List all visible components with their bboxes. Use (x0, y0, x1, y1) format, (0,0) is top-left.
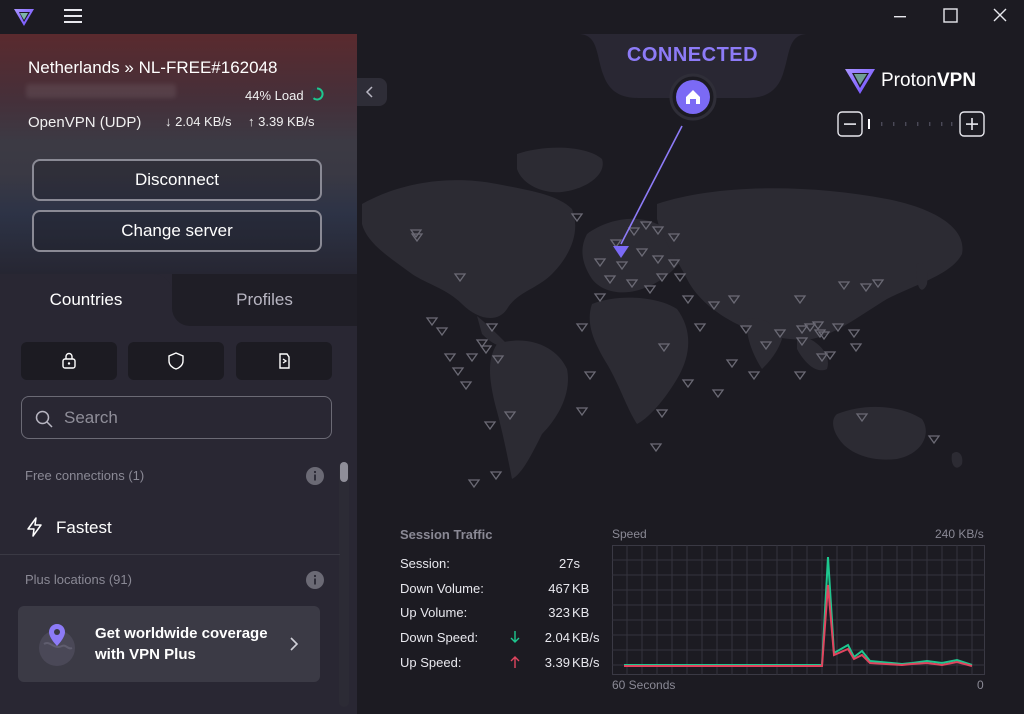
filter-netshield-button[interactable] (128, 342, 224, 380)
download-speed-line (624, 556, 973, 666)
search-input[interactable] (64, 405, 314, 431)
traffic-value: 323 (548, 605, 570, 620)
traffic-label: Session: (400, 556, 450, 571)
traffic-unit: KB/s (572, 630, 600, 645)
upsell-line-1: Get worldwide coverage (95, 625, 268, 642)
protonvpn-logo-icon (845, 69, 875, 94)
arrow-down-icon: ↓ (165, 114, 176, 129)
speed-graph-x-end: 0 (977, 678, 984, 692)
search-icon (35, 410, 53, 428)
upsell-line-2: with VPN Plus (95, 646, 196, 663)
connection-status: CONNECTED (626, 44, 759, 66)
brand-name: ProtonVPN (881, 70, 976, 92)
upsell-text: Get worldwide coverage with VPN Plus (95, 623, 275, 665)
traffic-row-up-speed: Up Speed: 3.39 KB/s (400, 655, 610, 673)
arrow-up-icon: ↑ (248, 114, 259, 129)
lightning-icon (27, 517, 42, 537)
free-connections-header: Free connections (1) (25, 468, 145, 483)
traffic-value: 2.04 (544, 630, 570, 645)
upload-rate: ↑ 3.39 KB/s (248, 114, 315, 129)
tab-profiles[interactable]: Profiles (172, 274, 357, 326)
search-box[interactable] (21, 396, 332, 439)
protocol-label: OpenVPN (UDP) (28, 114, 142, 131)
vpn-plus-upsell-banner[interactable]: Get worldwide coverage with VPN Plus (18, 606, 320, 682)
traffic-unit: KB (572, 581, 590, 596)
tab-countries[interactable]: Countries (0, 274, 172, 326)
arrow-up-icon (510, 656, 520, 668)
fastest-label: Fastest (56, 518, 112, 537)
scrollbar-thumb[interactable] (340, 462, 348, 482)
brand-vpn: VPN (936, 70, 977, 91)
tab-bar: Profiles Countries (0, 274, 357, 326)
change-server-button[interactable]: Change server (32, 210, 322, 252)
traffic-label: Down Speed: (400, 630, 479, 645)
zoom-in-button[interactable] (959, 111, 985, 137)
maximize-icon[interactable] (936, 4, 964, 28)
traffic-unit: KB (572, 605, 590, 620)
brand-proton: Proton (881, 70, 937, 91)
connection-panel: Netherlands » NL-FREE#162048 44% Load Op… (0, 34, 357, 274)
minimize-icon[interactable] (886, 4, 914, 28)
traffic-row-session: Session: 27s (400, 556, 610, 574)
smartphone-icon (279, 353, 290, 369)
lock-icon (62, 352, 76, 369)
arrow-down-icon (510, 631, 520, 643)
collapse-sidebar-button[interactable] (357, 78, 387, 106)
download-rate-value: 2.04 KB/s (175, 114, 232, 129)
load-ring-icon (310, 87, 324, 101)
globe-pin-icon (39, 624, 75, 666)
protonvpn-logo-icon (14, 9, 34, 26)
download-rate: ↓ 2.04 KB/s (165, 114, 232, 129)
traffic-row-down-volume: Down Volume: 467 KB (400, 581, 610, 599)
plus-locations-header: Plus locations (91) (25, 572, 132, 587)
disconnect-button[interactable]: Disconnect (32, 159, 322, 201)
hamburger-icon[interactable] (62, 6, 84, 26)
traffic-row-up-volume: Up Volume: 323 KB (400, 605, 610, 623)
home-location-icon (669, 73, 717, 121)
traffic-label: Up Volume: (400, 605, 468, 620)
list-divider (0, 554, 340, 555)
title-bar (0, 0, 1024, 34)
chevron-left-icon (365, 86, 373, 98)
filter-streaming-button[interactable] (236, 342, 332, 380)
filter-secure-core-button[interactable] (21, 342, 117, 380)
traffic-label: Down Volume: (400, 581, 484, 596)
info-icon[interactable] (305, 466, 325, 486)
server-load: 44% Load (245, 88, 304, 103)
speed-graph-max: 240 KB/s (935, 527, 984, 541)
traffic-value: 27s (559, 556, 580, 571)
traffic-label: Up Speed: (400, 655, 462, 670)
info-icon[interactable] (305, 570, 325, 590)
traffic-row-down-speed: Down Speed: 2.04 KB/s (400, 630, 610, 648)
speed-graph-title: Speed (612, 527, 647, 541)
zoom-slider-handle[interactable] (868, 119, 870, 129)
traffic-value: 3.39 (544, 655, 570, 670)
session-traffic-title: Session Traffic (400, 527, 493, 542)
chevron-right-icon (290, 637, 299, 651)
traffic-unit: KB/s (572, 655, 600, 670)
zoom-control[interactable] (837, 111, 987, 137)
redacted-ip (26, 84, 176, 98)
upload-speed-line (624, 584, 973, 667)
traffic-value: 467 (548, 581, 570, 596)
zoom-out-button[interactable] (837, 111, 863, 137)
server-name: Netherlands » NL-FREE#162048 (28, 58, 278, 77)
speed-graph (612, 545, 985, 675)
close-icon[interactable] (986, 4, 1014, 28)
shield-icon (168, 352, 184, 370)
speed-graph-x-start: 60 Seconds (612, 678, 676, 692)
upload-rate-value: 3.39 KB/s (258, 114, 315, 129)
list-scrollbar[interactable] (339, 462, 349, 707)
